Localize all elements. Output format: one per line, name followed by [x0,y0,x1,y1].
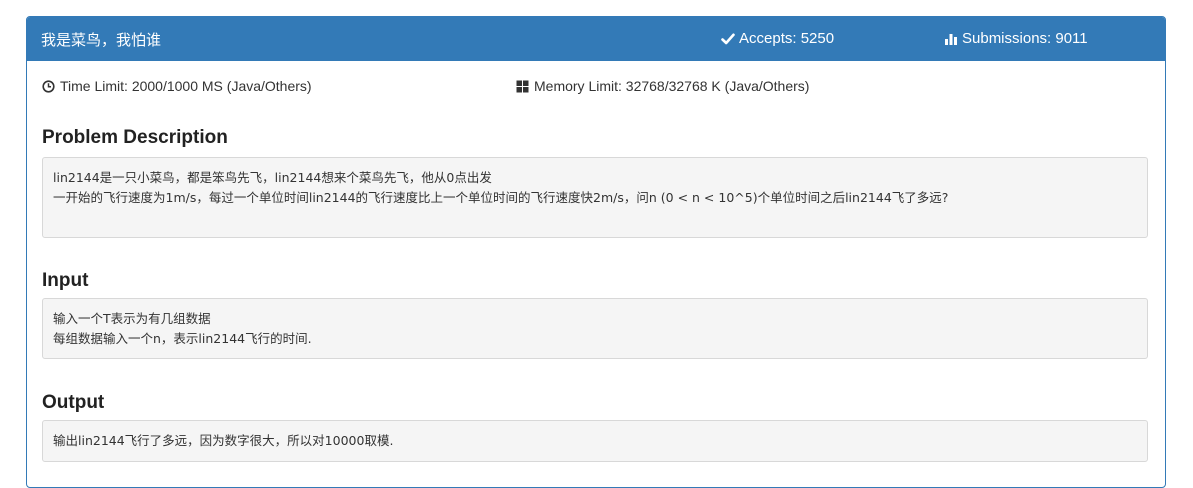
input-box: 输入一个T表示为有几组数据 每组数据输入一个n，表示lin2144飞行的时间. [42,298,1148,359]
grid-icon [516,80,529,92]
problem-panel: 我是菜鸟，我怕谁 Accepts: 5250 Submissions: 9011… [26,16,1166,488]
memory-limit: Memory Limit: 32768/32768 K (Java/Others… [516,78,809,94]
problem-description-box: lin2144是一只小菜鸟，都是笨鸟先飞，lin2144想来个菜鸟先飞，他从0点… [42,157,1148,238]
check-icon [721,33,735,44]
output-heading: Output [42,392,105,413]
memory-limit-text: Memory Limit: 32768/32768 K (Java/Others… [534,78,810,94]
accepts-stat: Accepts: 5250 [721,30,834,47]
input-line: 每组数据输入一个n，表示lin2144飞行的时间. [53,331,312,346]
problem-title: 我是菜鸟，我怕谁 [41,31,162,49]
clock-icon [42,79,55,93]
submissions-count: Submissions: 9011 [962,30,1088,47]
description-line: 一开始的飞行速度为1m/s，每过一个单位时间lin2144的飞行速度比上一个单位… [53,190,949,205]
input-line: 输入一个T表示为有几组数据 [53,311,211,326]
accepts-count: Accepts: 5250 [739,30,835,47]
limits-row: Time Limit: 2000/1000 MS (Java/Others) M… [27,61,1165,101]
problem-description-heading: Problem Description [42,127,228,148]
panel-heading: 我是菜鸟，我怕谁 Accepts: 5250 Submissions: 9011 [27,17,1165,61]
time-limit-text: Time Limit: 2000/1000 MS (Java/Others) [60,78,312,94]
output-line: 输出lin2144飞行了多远，因为数字很大，所以对10000取模. [53,433,394,448]
time-limit: Time Limit: 2000/1000 MS (Java/Others) [42,78,312,94]
output-box: 输出lin2144飞行了多远，因为数字很大，所以对10000取模. [42,420,1148,462]
submissions-stat: Submissions: 9011 [944,30,1088,47]
bar-chart-icon [945,33,957,45]
input-heading: Input [42,270,89,291]
description-line: lin2144是一只小菜鸟，都是笨鸟先飞，lin2144想来个菜鸟先飞，他从0点… [53,170,492,185]
